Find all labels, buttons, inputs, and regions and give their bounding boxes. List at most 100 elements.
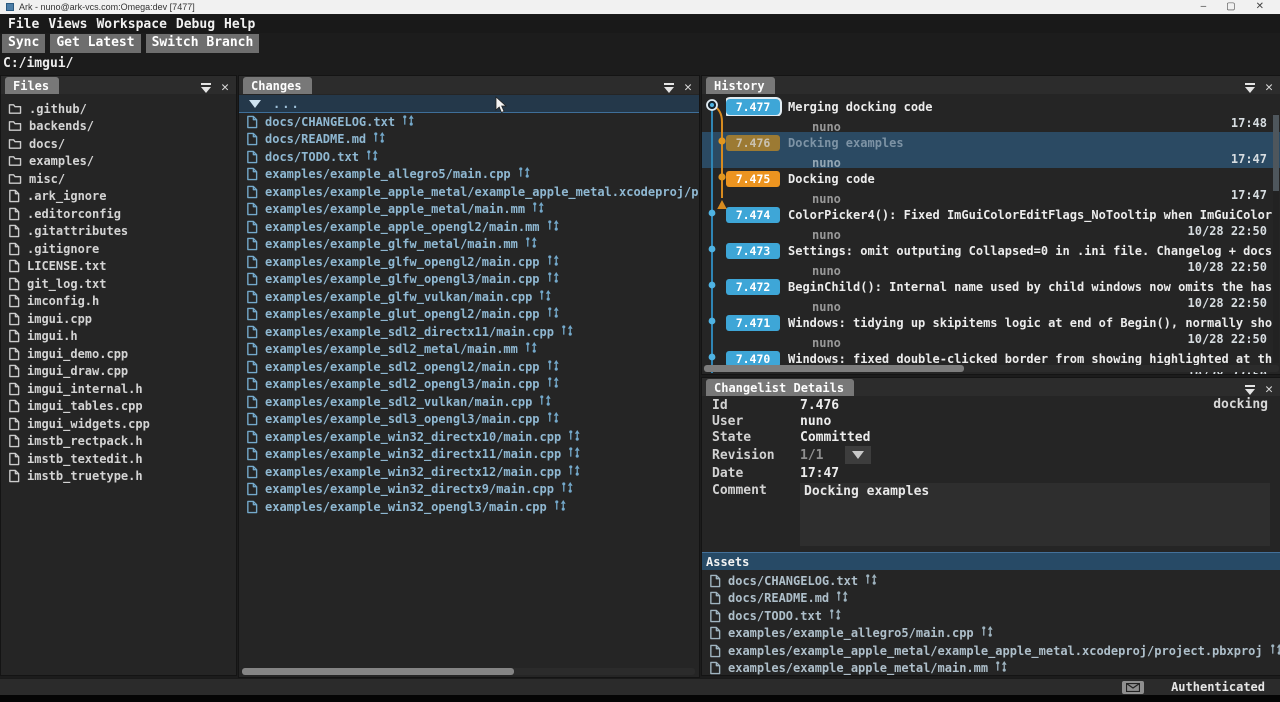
panel-menu-icon[interactable] — [200, 83, 212, 94]
changed-file-row[interactable]: examples/example_sdl2_metal/main.mm — [239, 341, 699, 359]
file-tree-item[interactable]: .gitattributes — [1, 223, 236, 241]
tab-changelist-details[interactable]: Changelist Details — [706, 379, 854, 396]
tab-changes[interactable]: Changes — [243, 77, 312, 94]
file-tree-item[interactable]: imgui_tables.cpp — [1, 398, 236, 416]
file-tree-item[interactable]: imstb_textedit.h — [1, 450, 236, 468]
file-tree-item[interactable]: .github/ — [1, 100, 236, 118]
file-tree-item[interactable]: imgui_demo.cpp — [1, 345, 236, 363]
changed-file-row[interactable]: docs/README.md — [239, 131, 699, 149]
commit-row[interactable]: 7.477 Merging docking code nuno 17:48 — [702, 96, 1280, 132]
changed-file-row[interactable]: examples/example_glut_opengl2/main.cpp — [239, 306, 699, 324]
file-tree-item[interactable]: imgui.h — [1, 328, 236, 346]
asset-row[interactable]: examples/example_apple_metal/main.mm — [702, 660, 1280, 676]
maximize-button[interactable]: ▢ — [1226, 2, 1235, 12]
changed-file-row[interactable]: docs/CHANGELOG.txt — [239, 113, 699, 131]
changed-file-row[interactable]: examples/example_glfw_metal/main.mm — [239, 236, 699, 254]
changed-file-row[interactable]: examples/example_sdl2_directx11/main.cpp — [239, 323, 699, 341]
commit-row[interactable]: 7.472 BeginChild(): Internal name used b… — [702, 276, 1280, 312]
file-tree-item[interactable]: imgui_internal.h — [1, 380, 236, 398]
commit-graph — [704, 95, 732, 374]
changed-file-row[interactable]: examples/example_win32_directx12/main.cp… — [239, 463, 699, 481]
file-tree-item[interactable]: imgui.cpp — [1, 310, 236, 328]
history-vertical-scrollbar[interactable] — [1273, 114, 1279, 363]
file-tree-item[interactable]: imgui_draw.cpp — [1, 363, 236, 381]
commit-title: Docking examples — [788, 136, 904, 150]
file-tree-item[interactable]: .gitignore — [1, 240, 236, 258]
changed-file-row[interactable]: examples/example_allegro5/main.cpp — [239, 166, 699, 184]
changed-file-row[interactable]: docs/TODO.txt — [239, 148, 699, 166]
file-tree-item[interactable]: misc/ — [1, 170, 236, 188]
changed-status-icon — [366, 149, 378, 165]
changed-file-row[interactable]: examples/example_apple_metal/example_app… — [239, 183, 699, 201]
menu-views[interactable]: Views — [48, 17, 87, 32]
changes-horizontal-scrollbar[interactable] — [242, 668, 695, 675]
tab-files[interactable]: Files — [5, 77, 59, 94]
revision-dropdown[interactable] — [845, 446, 871, 464]
commit-row[interactable]: 7.471 Windows: tidying up skipitems logi… — [702, 312, 1280, 348]
changed-file-row[interactable]: examples/example_win32_directx10/main.cp… — [239, 428, 699, 446]
history-horizontal-scrollbar[interactable] — [703, 365, 1279, 372]
panel-close-icon[interactable]: ✕ — [221, 82, 229, 94]
changed-status-icon — [829, 608, 841, 624]
commit-row[interactable]: 7.476 Docking examples nuno 17:47 — [702, 132, 1280, 168]
file-tree-item[interactable]: imgui_widgets.cpp — [1, 415, 236, 433]
changed-file-row[interactable]: examples/example_glfw_opengl2/main.cpp — [239, 253, 699, 271]
sync-button[interactable]: Sync — [2, 34, 45, 53]
mail-icon[interactable] — [1122, 681, 1144, 694]
file-tree-item[interactable]: git_log.txt — [1, 275, 236, 293]
menu-file[interactable]: File — [8, 17, 39, 32]
asset-row[interactable]: docs/TODO.txt — [702, 607, 1280, 625]
changes-root-row[interactable]: ... — [239, 95, 699, 113]
file-tree-item[interactable]: LICENSE.txt — [1, 258, 236, 276]
menu-debug[interactable]: Debug — [176, 17, 215, 32]
file-icon — [8, 189, 20, 203]
changed-file-row[interactable]: examples/example_glfw_opengl3/main.cpp — [239, 271, 699, 289]
changed-file-row[interactable]: examples/example_sdl2_opengl2/main.cpp — [239, 358, 699, 376]
panel-menu-icon[interactable] — [1244, 83, 1256, 94]
panel-close-icon[interactable]: ✕ — [684, 82, 692, 94]
scrollbar-thumb[interactable] — [704, 365, 964, 372]
changed-file-row[interactable]: examples/example_win32_opengl3/main.cpp — [239, 498, 699, 516]
changed-file-row[interactable]: examples/example_apple_metal/main.mm — [239, 201, 699, 219]
commit-row[interactable]: 7.473 Settings: omit outputing Collapsed… — [702, 240, 1280, 276]
tab-history[interactable]: History — [706, 77, 775, 94]
field-state: State Committed — [702, 429, 1280, 445]
asset-row[interactable]: examples/example_allegro5/main.cpp — [702, 625, 1280, 643]
comment-textbox[interactable]: Docking examples — [800, 483, 1270, 546]
scrollbar-thumb[interactable] — [242, 668, 514, 675]
changed-file-row[interactable]: examples/example_win32_directx11/main.cp… — [239, 446, 699, 464]
changed-file-row[interactable]: examples/example_apple_opengl2/main.mm — [239, 218, 699, 236]
panel-close-icon[interactable]: ✕ — [1265, 384, 1273, 396]
field-value-state: Committed — [800, 430, 870, 445]
asset-row[interactable]: docs/CHANGELOG.txt — [702, 572, 1280, 590]
menu-help[interactable]: Help — [224, 17, 255, 32]
switch-branch-button[interactable]: Switch Branch — [146, 34, 260, 53]
panel-menu-icon[interactable] — [1244, 385, 1256, 396]
changed-file-row[interactable]: examples/example_glfw_vulkan/main.cpp — [239, 288, 699, 306]
file-tree-item[interactable]: docs/ — [1, 135, 236, 153]
scrollbar-thumb[interactable] — [1273, 115, 1279, 191]
changed-file-row[interactable]: examples/example_win32_directx9/main.cpp — [239, 481, 699, 499]
file-tree-item[interactable]: .ark_ignore — [1, 188, 236, 206]
file-tree-item[interactable]: imstb_truetype.h — [1, 468, 236, 486]
close-button[interactable]: ✕ — [1256, 2, 1264, 12]
asset-row[interactable]: examples/example_apple_metal/example_app… — [702, 642, 1280, 660]
menu-workspace[interactable]: Workspace — [96, 17, 166, 32]
file-tree-item[interactable]: backends/ — [1, 118, 236, 136]
asset-row[interactable]: docs/README.md — [702, 590, 1280, 608]
minimize-button[interactable]: – — [1201, 2, 1207, 12]
collapse-triangle-icon[interactable] — [249, 100, 261, 108]
file-tree-item[interactable]: .editorconfig — [1, 205, 236, 223]
file-tree-item[interactable]: imconfig.h — [1, 293, 236, 311]
file-tree-item[interactable]: imstb_rectpack.h — [1, 433, 236, 451]
get-latest-button[interactable]: Get Latest — [50, 34, 140, 53]
changed-file-row[interactable]: examples/example_sdl2_opengl3/main.cpp — [239, 376, 699, 394]
details-tabbar: Changelist Details ✕ — [702, 378, 1280, 396]
commit-row[interactable]: 7.474 ColorPicker4(): Fixed ImGuiColorEd… — [702, 204, 1280, 240]
changed-file-row[interactable]: examples/example_sdl3_opengl3/main.cpp — [239, 411, 699, 429]
file-tree-item[interactable]: examples/ — [1, 153, 236, 171]
commit-row[interactable]: 7.475 Docking code nuno 17:47 — [702, 168, 1280, 204]
changed-file-row[interactable]: examples/example_sdl2_vulkan/main.cpp — [239, 393, 699, 411]
panel-menu-icon[interactable] — [663, 83, 675, 94]
panel-close-icon[interactable]: ✕ — [1265, 82, 1273, 94]
